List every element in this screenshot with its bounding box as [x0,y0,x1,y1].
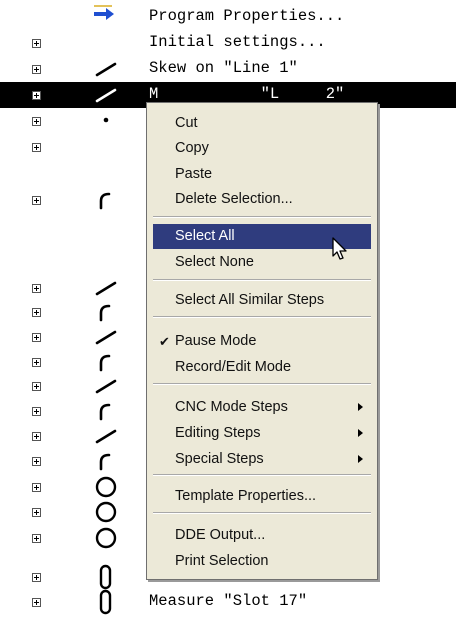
line-icon [92,324,122,350]
expand-icon[interactable] [32,573,41,582]
arc-icon [92,349,122,375]
expand-icon[interactable] [32,382,41,391]
tree-row[interactable]: Measure "Slot 17" [0,589,456,615]
menu-item-label: Select None [175,254,254,270]
step-label: Initial settings... [149,33,326,51]
menu-item-label: Cut [175,115,198,131]
line-icon [92,423,122,449]
arc-icon [92,299,122,325]
menu-item-record-edit-mode[interactable]: Record/Edit Mode [153,355,371,380]
submenu-arrow-icon [358,429,363,437]
arc-icon [92,187,122,213]
menu-item-template-properties[interactable]: Template Properties... [153,484,371,509]
menu-item-cnc-mode-steps[interactable]: CNC Mode Steps [153,395,371,420]
menu-item-copy[interactable]: Copy [153,136,371,161]
expand-icon[interactable] [32,432,41,441]
menu-item-label: DDE Output... [175,527,266,543]
expand-icon[interactable] [32,143,41,152]
menu-separator [153,279,371,281]
arc-icon [92,448,122,474]
expand-icon[interactable] [32,407,41,416]
menu-item-label: Delete Selection... [175,191,293,207]
context-menu: Cut Copy Paste Delete Selection... Select Al… [146,102,378,580]
expand-icon[interactable] [32,65,41,74]
menu-item-label: Template Properties... [175,488,317,504]
expand-icon[interactable] [32,117,41,126]
expand-icon[interactable] [32,358,41,367]
expand-icon[interactable] [32,308,41,317]
menu-item-special-steps[interactable]: Special Steps [153,447,371,472]
menu-item-label: Select All Similar Steps [175,292,325,308]
expand-icon[interactable] [32,457,41,466]
menu-item-pause-mode[interactable]: Pause Mode ✔ [153,329,371,354]
expand-icon[interactable] [32,91,41,100]
menu-item-label: Editing Steps [175,425,261,441]
tree-row[interactable]: Initial settings... [0,30,456,56]
line-icon [92,56,122,82]
expand-icon[interactable] [32,196,41,205]
menu-item-paste[interactable]: Paste [153,162,371,187]
line-icon [92,373,122,399]
menu-item-label: Pause Mode [175,333,257,349]
point-icon [92,108,122,134]
blue-arrow-icon [92,4,122,30]
menu-separator [153,474,371,476]
expand-icon[interactable] [32,39,41,48]
mouse-cursor-icon [332,237,347,260]
expand-icon[interactable] [32,534,41,543]
expand-icon[interactable] [32,284,41,293]
circle-icon [92,499,122,525]
menu-separator [153,512,371,514]
tree-row[interactable]: Skew on "Line 1" [0,56,456,82]
menu-item-editing-steps[interactable]: Editing Steps [153,421,371,446]
menu-item-cut[interactable]: Cut [153,111,371,136]
slot-icon [92,564,122,590]
menu-separator [153,316,371,318]
circle-icon [92,474,122,500]
menu-item-delete-selection[interactable]: Delete Selection... [153,187,371,212]
menu-separator [153,383,371,385]
menu-item-label: CNC Mode Steps [175,399,288,415]
arc-icon [92,398,122,424]
menu-item-print-selection[interactable]: Print Selection [153,549,371,574]
menu-item-label: Record/Edit Mode [175,359,292,375]
menu-item-label: Copy [175,140,209,156]
checkmark-icon: ✔ [159,334,170,349]
menu-separator [153,216,371,218]
menu-item-label: Special Steps [175,451,264,467]
step-label: Skew on "Line 1" [149,59,298,77]
menu-item-label: Print Selection [175,553,269,569]
line-icon [92,82,122,108]
line-icon [92,275,122,301]
expand-icon[interactable] [32,508,41,517]
tree-row[interactable]: Program Properties... [0,4,456,30]
submenu-arrow-icon [358,455,363,463]
menu-item-select-all-similar-steps[interactable]: Select All Similar Steps [153,288,371,313]
slot-icon [92,589,122,615]
expand-icon[interactable] [32,483,41,492]
expand-icon[interactable] [32,333,41,342]
step-label: M "L 2" [149,85,345,103]
menu-item-dde-output[interactable]: DDE Output... [153,523,371,548]
circle-icon [92,525,122,551]
submenu-arrow-icon [358,403,363,411]
expand-icon[interactable] [32,598,41,607]
menu-item-label: Paste [175,166,213,182]
menu-item-label: Select All [175,228,235,244]
step-label: Program Properties... [149,7,345,25]
step-label: Measure "Slot 17" [149,592,308,610]
